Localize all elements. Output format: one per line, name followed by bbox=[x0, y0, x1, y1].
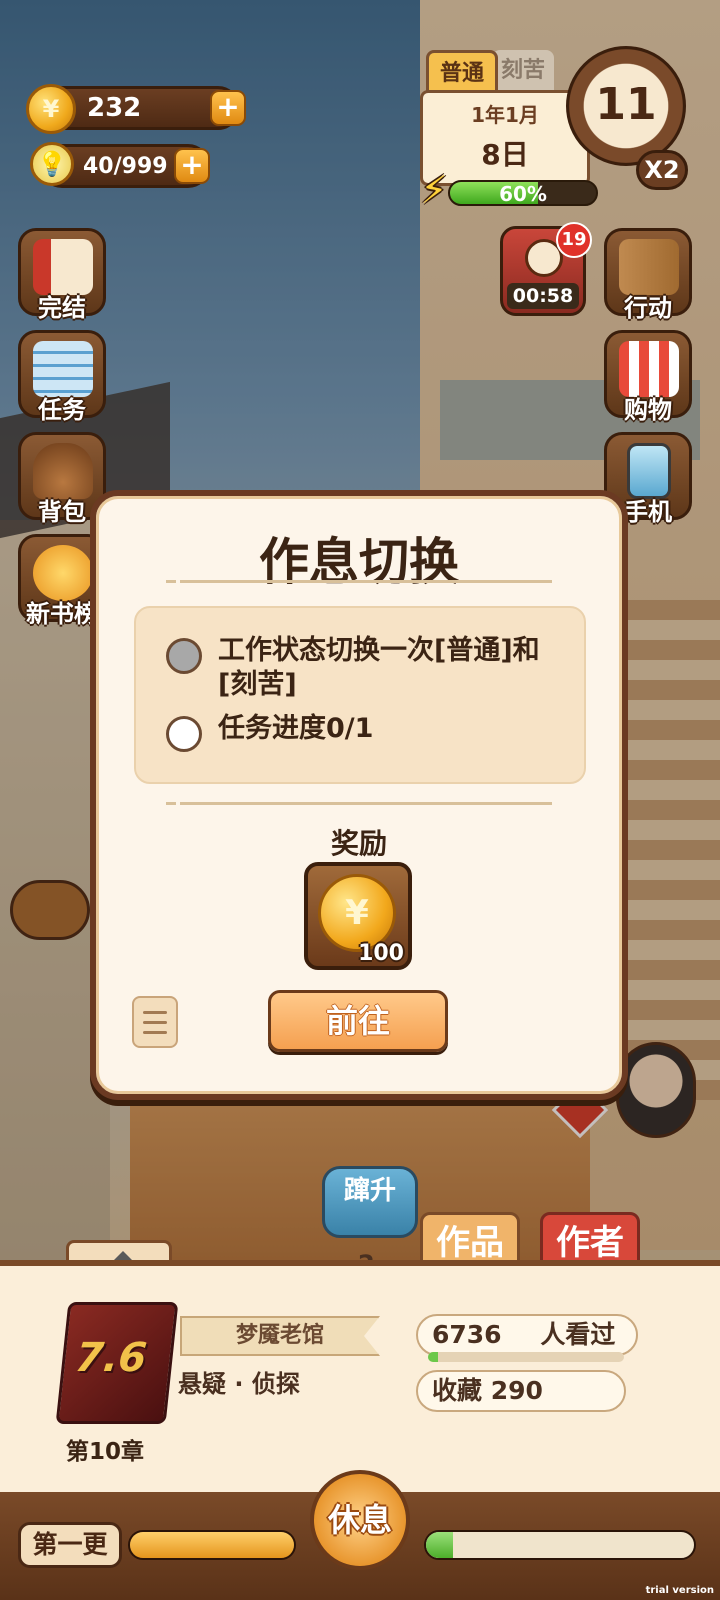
inspiration-value: 40/999 bbox=[83, 153, 168, 179]
views-counter: 6736 人看过 bbox=[416, 1314, 638, 1356]
task-list-icon bbox=[33, 341, 93, 397]
task-row-switch: 工作状态切换一次[普通]和[刻苦] bbox=[166, 634, 554, 702]
task-status-done-icon bbox=[166, 638, 202, 674]
lightbulb-icon: 💡 bbox=[30, 142, 74, 186]
mode-tab-hard[interactable]: 刻苦 bbox=[492, 50, 554, 92]
add-inspiration-button[interactable]: + bbox=[174, 148, 210, 184]
phone-icon bbox=[627, 443, 671, 499]
book-genre: 悬疑 · 侦探 bbox=[178, 1370, 300, 1398]
task-text-progress: 任务进度0/1 bbox=[218, 713, 374, 744]
book-score: 7.6 bbox=[73, 1335, 149, 1381]
shop-icon bbox=[619, 341, 679, 397]
dialog-title: 作息切换 bbox=[259, 533, 459, 591]
side-label-shop: 购物 bbox=[624, 396, 672, 424]
backpack-icon bbox=[33, 443, 93, 499]
calendar-month: 1年1月 bbox=[471, 103, 539, 127]
task-row-progress: 任务进度0/1 bbox=[166, 712, 554, 752]
writing-progress-fill bbox=[130, 1532, 294, 1558]
add-coins-button[interactable]: + bbox=[210, 90, 246, 126]
go-button[interactable]: 前往 bbox=[268, 990, 448, 1052]
title-divider bbox=[166, 580, 552, 583]
side-label-tasks: 任务 bbox=[38, 396, 86, 424]
writing-progress-bar bbox=[128, 1530, 296, 1560]
first-update-button[interactable]: 第一更 bbox=[18, 1522, 122, 1568]
book-cover[interactable]: 7.6 bbox=[55, 1302, 179, 1424]
notification-badge: 19 bbox=[556, 222, 592, 258]
views-value: 6736 bbox=[432, 1320, 502, 1349]
reward-label: 奖励 bbox=[330, 827, 387, 860]
reward-item[interactable]: ¥ 100 bbox=[304, 862, 412, 970]
energy-percent: 60% bbox=[499, 182, 547, 206]
speed-multiplier[interactable]: X2 bbox=[636, 150, 688, 190]
trial-watermark: trial version bbox=[645, 1585, 714, 1596]
views-progress-fill bbox=[428, 1352, 438, 1362]
schedule-switch-dialog: 作息切换 工作状态切换一次[普通]和[刻苦] 任务进度0/1 奖励 ¥ 100 … bbox=[90, 490, 628, 1100]
mode-tab-normal[interactable]: 普通 bbox=[426, 50, 498, 92]
side-label-action: 行动 bbox=[624, 294, 672, 322]
views-progress-bar bbox=[428, 1352, 624, 1362]
side-button-tasks[interactable]: 任务 bbox=[18, 330, 106, 424]
side-button-action[interactable]: 行动 bbox=[604, 228, 692, 322]
promote-button[interactable]: 蹿升 bbox=[322, 1166, 418, 1238]
door-icon bbox=[619, 239, 679, 295]
rest-button[interactable]: 休息 bbox=[310, 1470, 410, 1570]
menu-icon[interactable] bbox=[132, 996, 178, 1048]
reward-count: 100 bbox=[358, 941, 404, 966]
clock[interactable]: 11 bbox=[566, 46, 686, 166]
book-title: 梦魇老馆 bbox=[180, 1316, 380, 1356]
task-list: 工作状态切换一次[普通]和[刻苦] 任务进度0/1 bbox=[134, 606, 586, 784]
favorites-value: 收藏 290 bbox=[432, 1376, 543, 1405]
favorites-counter: 收藏 290 bbox=[416, 1370, 626, 1412]
clock-hour: 11 bbox=[595, 79, 657, 130]
reward-divider bbox=[166, 802, 552, 805]
coin-value: 232 bbox=[87, 93, 142, 123]
event-timer: 00:58 bbox=[507, 283, 579, 309]
side-button-shop[interactable]: 购物 bbox=[604, 330, 692, 424]
side-button-finished[interactable]: 完结 bbox=[18, 228, 106, 322]
task-text-switch: 工作状态切换一次[普通]和[刻苦] bbox=[218, 635, 540, 700]
coin-icon: ¥ bbox=[26, 84, 76, 134]
side-label-finished: 完结 bbox=[38, 294, 86, 322]
finished-books-icon bbox=[33, 239, 93, 295]
new-book-ranking-icon bbox=[33, 545, 93, 601]
energy-bar: 60% bbox=[448, 180, 598, 206]
stamina-progress-fill bbox=[426, 1532, 453, 1558]
task-status-pending-icon bbox=[166, 716, 202, 752]
stamina-progress-bar bbox=[424, 1530, 696, 1560]
views-suffix: 人看过 bbox=[540, 1320, 616, 1349]
chapter-label: 第10章 bbox=[66, 1439, 145, 1465]
calendar-day: 8日 bbox=[481, 138, 529, 171]
